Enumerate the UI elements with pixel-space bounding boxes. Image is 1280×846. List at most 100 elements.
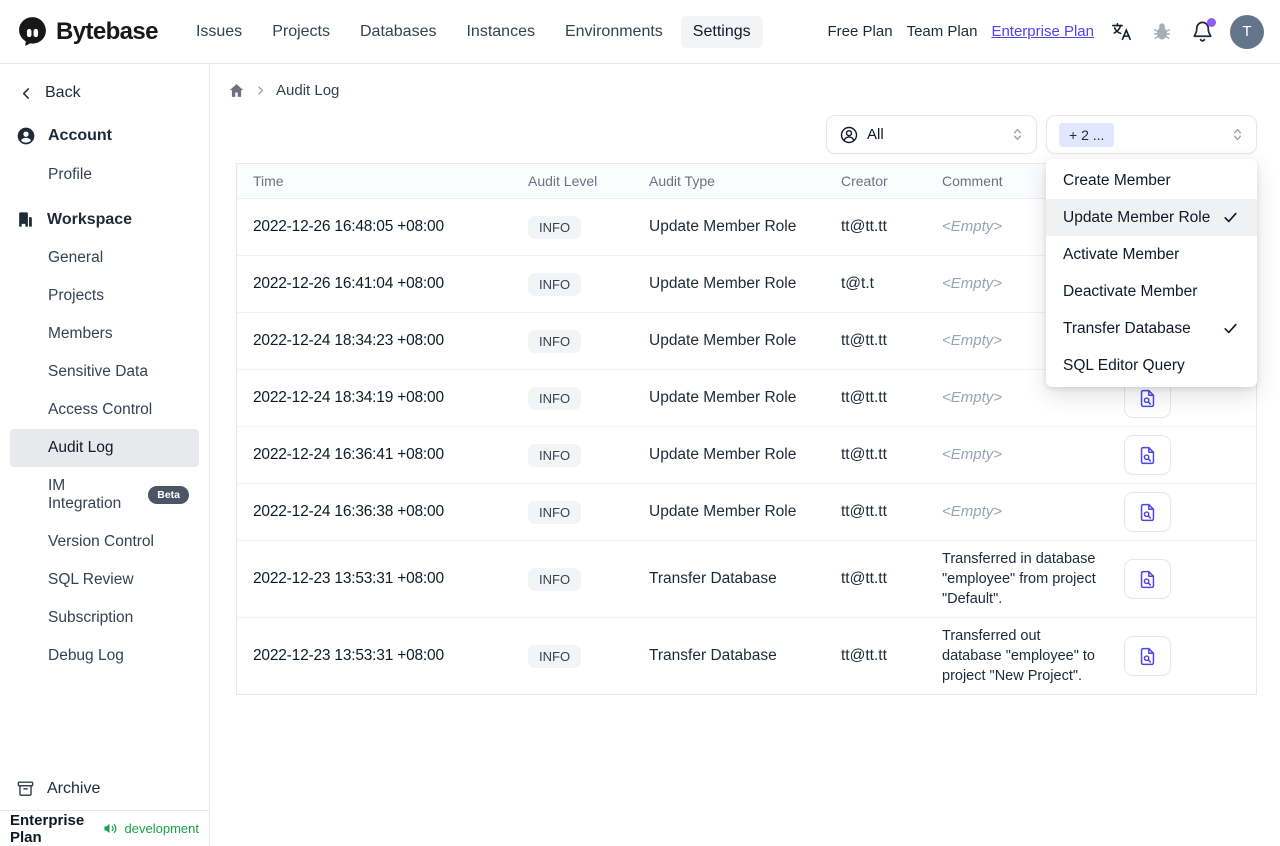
plan-link-enterprise-plan[interactable]: Enterprise Plan — [991, 23, 1094, 40]
row-creator: t@t.t — [841, 275, 874, 292]
sidebar-item-sql-review[interactable]: SQL Review — [0, 561, 199, 599]
view-detail-button[interactable] — [1124, 492, 1171, 532]
menu-item-create-member[interactable]: Create Member — [1046, 162, 1257, 199]
sidebar: Back Account Profile Workspace General Proje… — [0, 64, 210, 846]
menu-item-update-member-role[interactable]: Update Member Role — [1046, 199, 1257, 236]
sidebar-footer: Enterprise Plan development — [0, 810, 209, 846]
nav-links: Issues Projects Databases Instances Environm… — [184, 15, 763, 48]
row-creator: tt@tt.tt — [841, 647, 887, 664]
file-search-icon — [1137, 502, 1158, 523]
nav-link-issues[interactable]: Issues — [184, 16, 254, 48]
file-search-icon — [1137, 445, 1158, 466]
row-comment: <Empty> — [942, 389, 1003, 406]
sidebar-item-general[interactable]: General — [0, 239, 199, 277]
row-audit-type: Update Member Role — [649, 389, 797, 406]
home-icon[interactable] — [228, 82, 245, 99]
nav-link-databases[interactable]: Databases — [348, 16, 449, 48]
archive-icon — [16, 779, 35, 798]
section-account: Account — [0, 116, 209, 156]
row-time: 2022-12-26 16:41:04 +08:00 — [253, 275, 444, 292]
beta-badge: Beta — [148, 486, 189, 504]
creator-filter-select[interactable]: All — [826, 115, 1037, 154]
plan-link-team-plan[interactable]: Team Plan — [907, 23, 978, 40]
table-row: 2022-12-23 13:53:31 +08:00 INFO Transfer… — [237, 541, 1256, 618]
breadcrumb: Audit Log — [228, 78, 1257, 102]
menu-item-sql-editor-query[interactable]: SQL Editor Query — [1046, 347, 1257, 384]
sidebar-nav: Account Profile Workspace General Projects Me… — [0, 110, 209, 675]
user-icon — [839, 125, 859, 145]
row-time: 2022-12-24 16:36:41 +08:00 — [253, 446, 444, 463]
archive-button[interactable]: Archive — [0, 767, 209, 810]
filter-row: All + 2 ... Create Member Update Member … — [236, 115, 1257, 387]
bell-icon[interactable] — [1190, 17, 1216, 44]
table-row: 2022-12-23 13:53:31 +08:00 INFO Transfer… — [237, 618, 1256, 694]
top-nav: Bytebase Issues Projects Databases Instance… — [0, 0, 1280, 64]
env-label: development — [124, 821, 199, 836]
check-icon — [1222, 320, 1239, 337]
bug-icon[interactable] — [1150, 20, 1174, 44]
row-time: 2022-12-23 13:53:31 +08:00 — [253, 570, 444, 587]
sidebar-item-profile[interactable]: Profile — [0, 156, 199, 194]
sidebar-item-subscription[interactable]: Subscription — [0, 599, 199, 637]
translate-icon[interactable] — [1110, 20, 1134, 44]
nav-link-settings[interactable]: Settings — [680, 15, 763, 48]
section-workspace: Workspace — [0, 200, 209, 239]
col-audit-level: Audit Level — [528, 173, 598, 189]
type-filter-menu: Create Member Update Member Role Activat… — [1046, 159, 1257, 387]
row-comment: Transferred out database "employee" to p… — [942, 628, 1095, 684]
plan-link-free-plan[interactable]: Free Plan — [828, 23, 893, 40]
sidebar-item-im-integration[interactable]: IM Integration Beta — [0, 467, 199, 523]
type-filter-select[interactable]: + 2 ... — [1046, 115, 1257, 154]
view-detail-button[interactable] — [1124, 559, 1171, 599]
back-button[interactable]: Back — [0, 76, 209, 110]
menu-item-activate-member[interactable]: Activate Member — [1046, 236, 1257, 273]
row-time: 2022-12-24 18:34:23 +08:00 — [253, 332, 444, 349]
view-detail-button[interactable] — [1124, 435, 1171, 475]
col-audit-type: Audit Type — [649, 173, 715, 189]
brand-name: Bytebase — [56, 17, 159, 45]
audit-level-badge: INFO — [528, 644, 582, 668]
check-icon — [1222, 209, 1239, 226]
sidebar-item-version-control[interactable]: Version Control — [0, 523, 199, 561]
bytebase-logo[interactable]: Bytebase — [16, 15, 159, 48]
audit-level-badge: INFO — [528, 500, 582, 524]
row-creator: tt@tt.tt — [841, 446, 887, 463]
creator-filter-value: All — [867, 126, 884, 143]
col-time: Time — [253, 173, 284, 189]
audit-level-badge: INFO — [528, 329, 582, 353]
row-comment: <Empty> — [942, 503, 1003, 520]
sidebar-item-members[interactable]: Members — [0, 315, 199, 353]
audit-level-badge: INFO — [528, 215, 582, 239]
row-audit-type: Transfer Database — [649, 570, 777, 587]
app-window: Bytebase Issues Projects Databases Instance… — [0, 0, 1280, 846]
menu-item-transfer-database[interactable]: Transfer Database — [1046, 310, 1257, 347]
row-audit-type: Transfer Database — [649, 647, 777, 664]
main-content: Audit Log All + 2 ... Create Member Upda… — [210, 64, 1280, 846]
nav-link-environments[interactable]: Environments — [553, 16, 675, 48]
row-comment: Transferred in database "employee" from … — [942, 551, 1096, 607]
nav-link-instances[interactable]: Instances — [454, 16, 546, 48]
col-creator: Creator — [841, 173, 888, 189]
audit-level-badge: INFO — [528, 386, 582, 410]
avatar[interactable]: T — [1230, 14, 1264, 49]
table-row: 2022-12-24 16:36:41 +08:00 INFO Update M… — [237, 427, 1256, 484]
row-audit-type: Update Member Role — [649, 275, 797, 292]
nav-link-projects[interactable]: Projects — [260, 16, 342, 48]
speaker-icon[interactable] — [102, 820, 119, 837]
plan-links: Free Plan Team Plan Enterprise Plan — [828, 23, 1094, 40]
chevron-right-icon — [254, 84, 267, 97]
type-filter-tag: + 2 ... — [1059, 122, 1115, 147]
row-comment: <Empty> — [942, 446, 1003, 463]
sidebar-item-audit-log[interactable]: Audit Log — [10, 429, 199, 467]
menu-item-deactivate-member[interactable]: Deactivate Member — [1046, 273, 1257, 310]
sidebar-item-debug-log[interactable]: Debug Log — [0, 637, 199, 675]
row-time: 2022-12-23 13:53:31 +08:00 — [253, 647, 444, 664]
sidebar-item-access-control[interactable]: Access Control — [0, 391, 199, 429]
row-audit-type: Update Member Role — [649, 446, 797, 463]
row-audit-type: Update Member Role — [649, 503, 797, 520]
sidebar-item-projects[interactable]: Projects — [0, 277, 199, 315]
row-time: 2022-12-24 16:36:38 +08:00 — [253, 503, 444, 520]
archive-label: Archive — [47, 779, 101, 797]
view-detail-button[interactable] — [1124, 636, 1171, 676]
sidebar-item-sensitive-data[interactable]: Sensitive Data — [0, 353, 199, 391]
